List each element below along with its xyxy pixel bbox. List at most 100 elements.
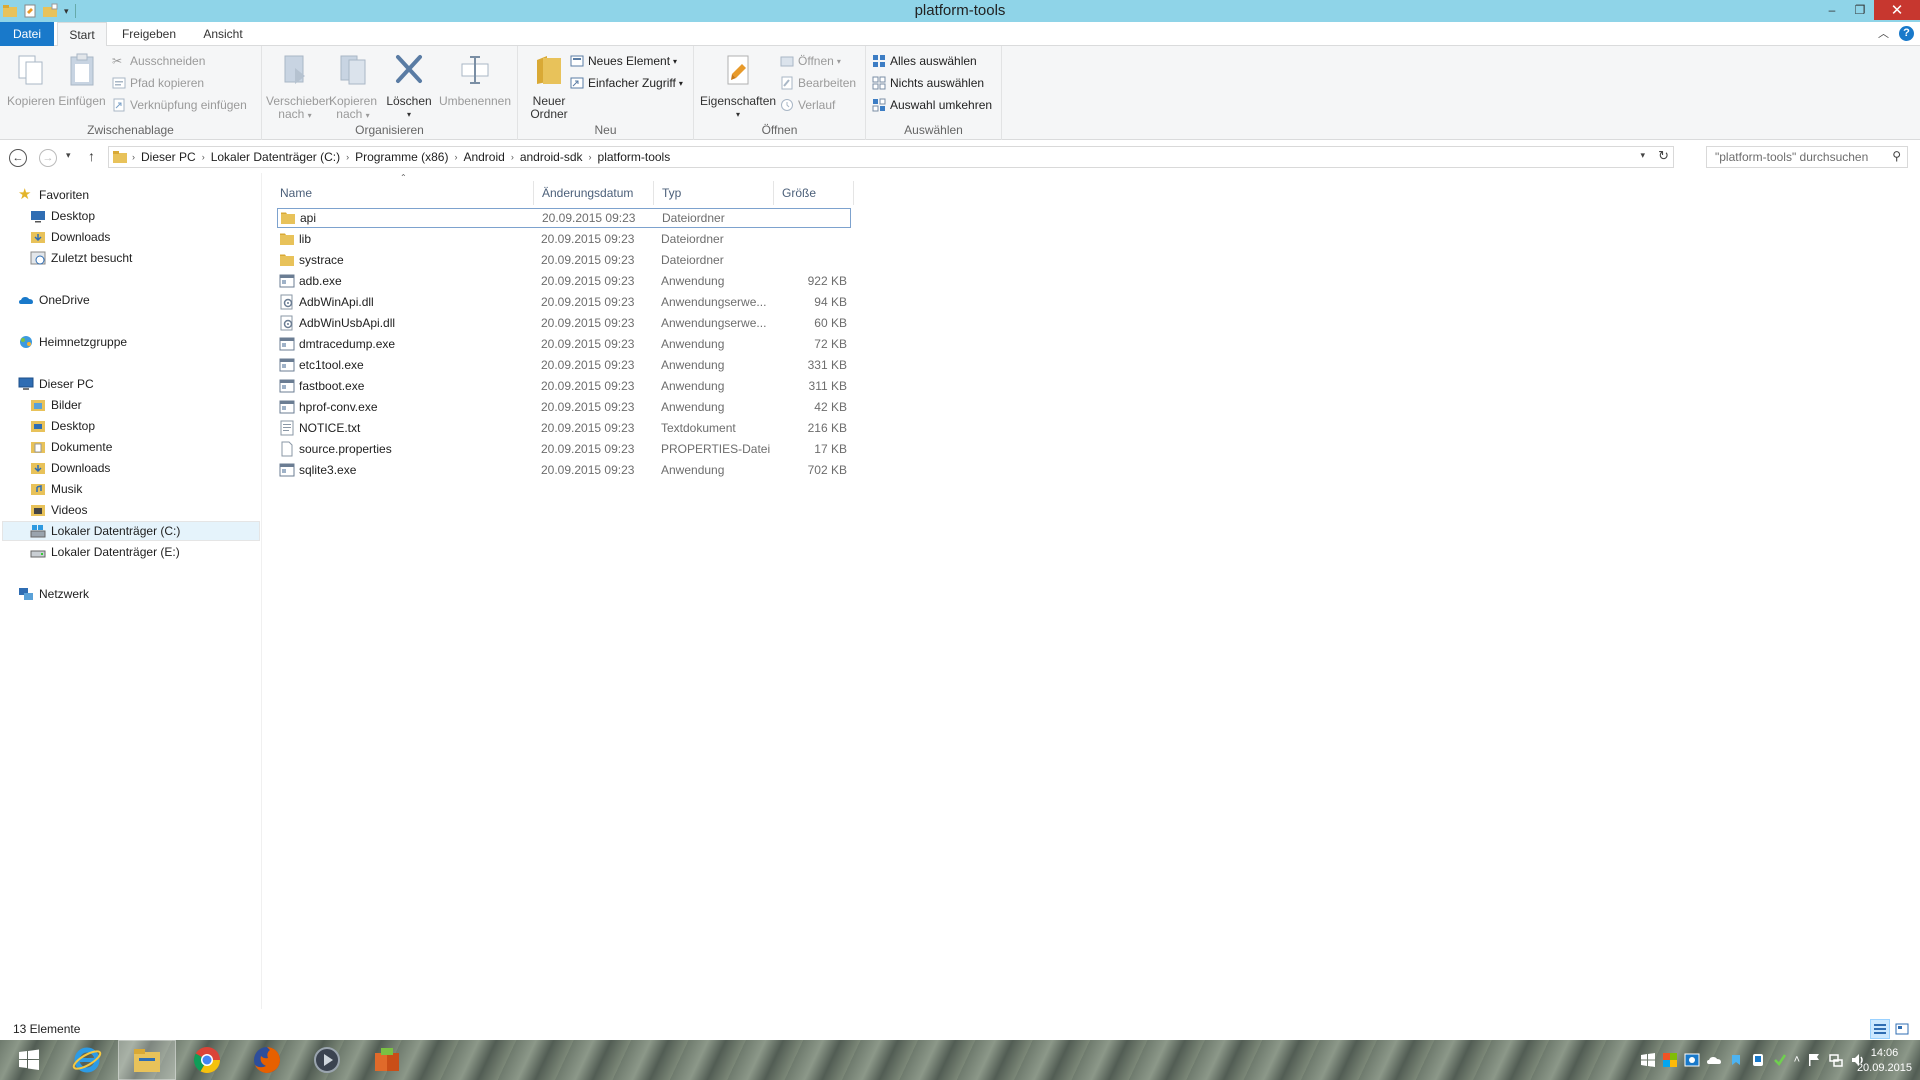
history-button[interactable]: Verlauf [780, 96, 835, 114]
table-row[interactable]: hprof-conv.exe 20.09.2015 09:23 Anwendung 4… [277, 397, 851, 417]
tab-share[interactable]: Freigeben [112, 22, 186, 46]
app-tray-icon[interactable] [1728, 1052, 1744, 1068]
nav-pc-downloads[interactable]: Downloads [30, 458, 110, 478]
cut-button[interactable]: ✂ Ausschneiden [112, 52, 205, 70]
network-icon[interactable] [1828, 1052, 1844, 1068]
nav-fav-downloads[interactable]: Downloads [30, 227, 110, 247]
table-row[interactable]: systrace 20.09.2015 09:23 Dateiordner [277, 250, 851, 270]
table-row[interactable]: sqlite3.exe 20.09.2015 09:23 Anwendung 702 … [277, 460, 851, 480]
nav-this-pc[interactable]: Dieser PC [18, 374, 94, 394]
table-row[interactable]: api 20.09.2015 09:23 Dateiordner [277, 208, 851, 228]
copy-path-button[interactable]: Pfad kopieren [112, 74, 204, 92]
nav-pc-pictures[interactable]: Bilder [30, 395, 82, 415]
tiles-view-button[interactable] [1892, 1019, 1912, 1039]
breadcrumb-android[interactable]: Android [457, 150, 510, 164]
forward-button[interactable]: → [39, 149, 57, 167]
close-button[interactable]: ✕ [1874, 0, 1920, 20]
help-icon[interactable]: ? [1899, 25, 1914, 41]
breadcrumb-program-files[interactable]: Programme (x86) [349, 150, 454, 164]
update-tray-icon[interactable] [1772, 1052, 1788, 1068]
taskbar-firefox[interactable] [238, 1040, 296, 1080]
nav-pc-documents[interactable]: Dokumente [30, 437, 112, 457]
breadcrumb-android-sdk[interactable]: android-sdk [514, 150, 589, 164]
paste-shortcut-button[interactable]: Verknüpfung einfügen [112, 96, 247, 114]
edit-button[interactable]: Bearbeiten [780, 74, 856, 92]
back-button[interactable]: ← [9, 149, 27, 167]
nav-pc-videos[interactable]: Videos [30, 500, 87, 520]
up-button[interactable]: ↑ [88, 148, 95, 164]
table-row[interactable]: source.properties 20.09.2015 09:23 PROPERT… [277, 439, 851, 459]
delete-button[interactable]: Löschen ▾ [382, 52, 436, 121]
device-tray-icon[interactable] [1750, 1052, 1766, 1068]
table-row[interactable]: dmtracedump.exe 20.09.2015 09:23 Anwendung… [277, 334, 851, 354]
paste-button[interactable]: Einfügen [56, 52, 108, 108]
table-row[interactable]: lib 20.09.2015 09:23 Dateiordner [277, 229, 851, 249]
table-row[interactable]: AdbWinUsbApi.dll 20.09.2015 09:23 Anwendun… [277, 313, 851, 333]
windows-logo-icon[interactable] [1640, 1052, 1656, 1068]
open-button[interactable]: Öffnen ▾ [780, 52, 841, 70]
minimize-button[interactable]: – [1818, 0, 1846, 20]
select-none-button[interactable]: Nichts auswählen [872, 74, 984, 92]
taskbar-clock[interactable]: 14:06 20.09.2015 [1857, 1046, 1912, 1076]
taskbar-file-explorer[interactable] [118, 1040, 176, 1080]
refresh-icon[interactable]: ↻ [1658, 148, 1669, 164]
properties-button[interactable]: Eigenschaften ▾ [700, 52, 776, 121]
easy-access-button[interactable]: Einfacher Zugriff ▾ [570, 74, 683, 92]
nav-onedrive[interactable]: OneDrive [18, 290, 90, 310]
new-item-button[interactable]: Neues Element ▾ [570, 52, 677, 70]
copy-to-button[interactable]: Kopieren nach ▾ [326, 52, 380, 122]
folder-icon[interactable] [2, 3, 18, 19]
nav-pc-drive-e[interactable]: Lokaler Datenträger (E:) [30, 542, 180, 562]
customize-qat-icon[interactable]: ▾ [64, 6, 69, 17]
column-header-size[interactable]: Größe [774, 181, 854, 205]
restore-button[interactable]: ❐ [1846, 0, 1874, 20]
address-bar[interactable]: › Dieser PC › Lokaler Datenträger (C:) ›… [108, 146, 1674, 168]
tab-view[interactable]: Ansicht [194, 22, 252, 46]
security-shield-icon[interactable] [1684, 1052, 1700, 1068]
invert-selection-button[interactable]: Auswahl umkehren [872, 96, 992, 114]
taskbar-app-installer[interactable] [358, 1040, 416, 1080]
column-header-name[interactable]: Name [272, 181, 534, 205]
new-folder-icon[interactable] [42, 3, 58, 19]
details-view-button[interactable] [1870, 1019, 1890, 1039]
search-input[interactable]: "platform-tools" durchsuchen ⚲ [1706, 146, 1908, 168]
nav-pc-desktop[interactable]: Desktop [30, 416, 95, 436]
new-folder-button[interactable]: Neuer Ordner [522, 52, 576, 121]
table-row[interactable]: fastboot.exe 20.09.2015 09:23 Anwendung 311… [277, 376, 851, 396]
minimize-ribbon-icon[interactable]: ︿ [1878, 25, 1889, 41]
table-row[interactable]: AdbWinApi.dll 20.09.2015 09:23 Anwendungse… [277, 292, 851, 312]
address-dropdown-icon[interactable]: ▾ [1640, 150, 1645, 161]
nav-fav-desktop[interactable]: Desktop [30, 206, 95, 226]
breadcrumb-platform-tools[interactable]: platform-tools [592, 150, 677, 164]
tab-file[interactable]: Datei [0, 22, 54, 46]
nav-favorites[interactable]: ★ Favoriten [18, 185, 89, 205]
colorful-app-tray-icon[interactable] [1662, 1052, 1678, 1068]
recent-locations-dropdown[interactable]: ▾ [66, 150, 71, 161]
table-row[interactable]: adb.exe 20.09.2015 09:23 Anwendung 922 KB [277, 271, 851, 291]
nav-fav-recent[interactable]: Zuletzt besucht [30, 248, 132, 268]
breadcrumb-this-pc[interactable]: Dieser PC [135, 150, 202, 164]
start-button[interactable] [0, 1040, 58, 1080]
nav-homegroup[interactable]: Heimnetzgruppe [18, 332, 127, 352]
taskbar-media-app[interactable] [298, 1040, 356, 1080]
rename-button[interactable]: Umbenennen [438, 52, 512, 108]
onedrive-cloud-icon[interactable] [1706, 1052, 1722, 1068]
column-header-date[interactable]: Änderungsdatum [534, 181, 654, 205]
nav-network[interactable]: Netzwerk [18, 584, 89, 604]
tab-start[interactable]: Start [57, 22, 107, 47]
nav-pc-drive-c[interactable]: Lokaler Datenträger (C:) [2, 521, 260, 541]
move-to-button[interactable]: Verschieben nach ▾ [266, 52, 332, 122]
taskbar-chrome[interactable] [178, 1040, 236, 1080]
breadcrumb-drive-c[interactable]: Lokaler Datenträger (C:) [205, 150, 346, 164]
properties-icon[interactable] [22, 3, 38, 19]
copy-button[interactable]: Kopieren [6, 52, 56, 108]
nav-pc-music[interactable]: Musik [30, 479, 82, 499]
table-row[interactable]: etc1tool.exe 20.09.2015 09:23 Anwendung 331… [277, 355, 851, 375]
select-all-button[interactable]: Alles auswählen [872, 52, 977, 70]
show-hidden-icons-icon[interactable]: ˄ [1794, 1054, 1800, 1066]
column-header-type[interactable]: Typ [654, 181, 774, 205]
table-row[interactable]: NOTICE.txt 20.09.2015 09:23 Textdokument 21… [277, 418, 851, 438]
search-icon[interactable]: ⚲ [1892, 149, 1901, 163]
action-center-flag-icon[interactable] [1806, 1052, 1822, 1068]
taskbar-internet-explorer[interactable] [58, 1040, 116, 1080]
